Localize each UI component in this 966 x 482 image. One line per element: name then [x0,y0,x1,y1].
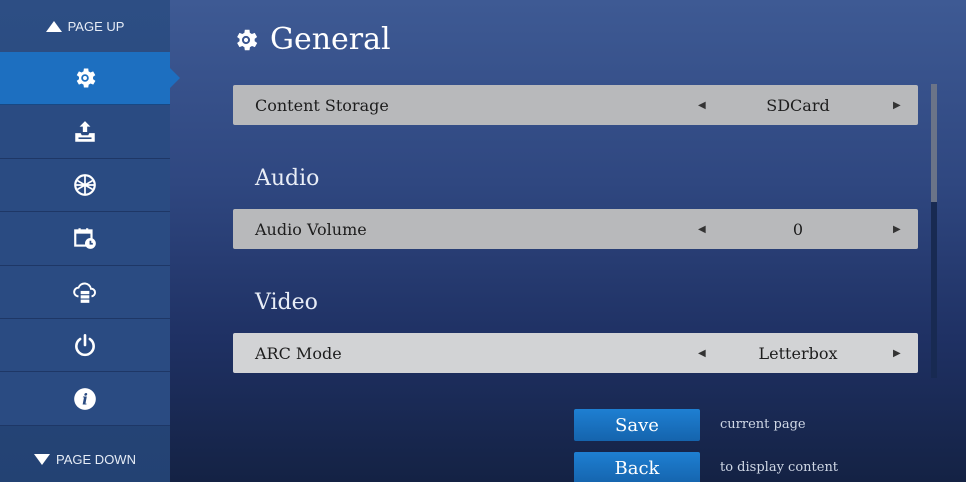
arrow-left-icon[interactable]: ◀ [698,100,706,111]
sidebar-item-info[interactable]: i [0,372,170,426]
arc-mode-value: Letterbox [758,343,838,363]
audio-volume-value: 0 [792,219,804,239]
scrollbar-thumb[interactable] [931,84,937,202]
svg-text:i: i [82,390,88,408]
sidebar-nav: i [0,52,180,426]
info-icon: i [74,387,96,410]
content-storage-value: SDCard [766,95,830,115]
sidebar-item-schedule[interactable] [0,212,170,266]
globe-icon [74,174,96,196]
sidebar-item-power[interactable] [0,318,170,373]
section-video-heading: Video [255,290,318,315]
scrollbar-track[interactable] [931,84,937,378]
calendar-clock-icon [74,228,96,250]
content-storage-label: Content Storage [255,95,389,115]
sidebar-item-content[interactable] [0,105,170,159]
arrow-right-icon[interactable]: ▶ [893,224,901,235]
arc-mode-row[interactable]: ARC Mode ◀ Letterbox ▶ [233,333,918,373]
power-icon [75,334,95,357]
arrow-left-icon[interactable]: ◀ [698,224,706,235]
back-button[interactable]: Back [574,452,700,482]
arrow-right-icon[interactable]: ▶ [893,100,901,111]
sidebar-item-network[interactable] [0,158,170,213]
upload-tray-icon [75,120,95,142]
page-down-label: PAGE DOWN [56,451,136,467]
sidebar-item-cloud[interactable] [0,265,170,319]
save-button[interactable]: Save [574,409,700,441]
arc-mode-label: ARC Mode [255,343,342,363]
audio-volume-row[interactable]: Audio Volume ◀ 0 ▶ [233,209,918,249]
sidebar: PAGE UP i PAGE DOWN [0,0,180,482]
gear-icon [76,68,96,88]
sidebar-item-general[interactable] [0,52,180,106]
save-description: current page [720,417,806,432]
page-up-label: PAGE UP [67,18,125,34]
section-audio-heading: Audio [255,166,320,191]
gear-icon [237,29,258,50]
page-header: General [232,22,391,57]
audio-volume-label: Audio Volume [255,219,367,239]
arrow-left-icon[interactable]: ◀ [698,348,706,359]
arrow-right-icon[interactable]: ▶ [893,348,901,359]
triangle-up-icon [45,20,62,32]
back-description: to display content [720,460,839,475]
content-storage-row[interactable]: Content Storage ◀ SDCard ▶ [233,85,918,125]
cloud-server-icon [73,282,96,303]
triangle-down-icon [34,453,51,465]
page-up-button[interactable]: PAGE UP [0,10,170,42]
page-down-button[interactable]: PAGE DOWN [0,438,170,480]
page-title: General [270,22,391,57]
